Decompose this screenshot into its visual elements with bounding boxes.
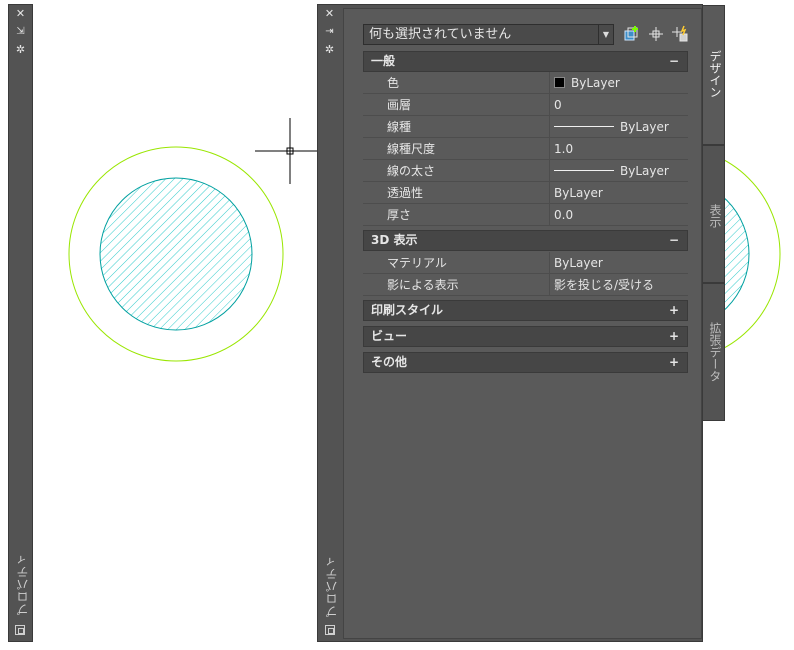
- palette-menu-icon[interactable]: [15, 625, 25, 635]
- property-value[interactable]: ByLayer: [549, 116, 688, 137]
- property-value[interactable]: 1.0: [549, 138, 688, 159]
- selection-dropdown[interactable]: 何も選択されていません ▼: [363, 24, 614, 45]
- property-row-linetype[interactable]: 線種 ByLayer: [363, 116, 688, 138]
- property-row-shadow[interactable]: 影による表示 影を投じる/受ける: [363, 274, 688, 296]
- property-value[interactable]: ByLayer: [549, 160, 688, 181]
- section-general[interactable]: 一般 −: [363, 51, 688, 72]
- auto-hide-icon[interactable]: ⇥: [318, 25, 341, 39]
- close-icon[interactable]: ✕: [318, 7, 341, 21]
- property-value[interactable]: ByLayer: [549, 182, 688, 203]
- property-value[interactable]: 影を投じる/受ける: [549, 274, 688, 295]
- property-name: 厚さ: [387, 208, 412, 222]
- palette-menu-icon[interactable]: [325, 625, 335, 635]
- section-title: ビュー: [371, 329, 408, 343]
- selection-value: 何も選択されていません: [369, 27, 512, 42]
- settings-icon[interactable]: ✲: [318, 43, 341, 57]
- settings-icon[interactable]: ✲: [9, 43, 32, 57]
- properties-panel: 何も選択されていません ▼ 一般 − 色 ByLayer 画層 0 線種 ByL…: [343, 8, 702, 639]
- section-title: 一般: [371, 54, 396, 68]
- properties-palette: ✕ ⇥ ✲ プロパティ 何も選択されていません ▼ 一般 − 色 ByLayer…: [317, 4, 725, 642]
- expand-icon[interactable]: +: [669, 353, 679, 372]
- property-row-lineweight[interactable]: 線の太さ ByLayer: [363, 160, 688, 182]
- palette-title-bar[interactable]: ✕ ⇥ ✲ プロパティ: [318, 5, 342, 641]
- expand-icon[interactable]: +: [669, 301, 679, 320]
- close-icon[interactable]: ✕: [9, 7, 32, 21]
- property-row-layer[interactable]: 画層 0: [363, 94, 688, 116]
- tab-label: 表示: [708, 204, 722, 228]
- line-sample-icon: [554, 126, 614, 127]
- property-value[interactable]: 0: [549, 94, 688, 115]
- property-value[interactable]: 0.0: [549, 204, 688, 225]
- tab-label: 拡張データ: [708, 322, 722, 382]
- left-properties-palette[interactable]: ✕ ⇲ ✲ プロパティ: [8, 4, 33, 642]
- expand-icon[interactable]: +: [669, 327, 679, 346]
- section-title: 印刷スタイル: [371, 303, 444, 317]
- palette-title: プロパティ: [16, 553, 30, 616]
- palette-title: プロパティ: [325, 555, 339, 618]
- property-name: 線種尺度: [387, 142, 436, 156]
- pickadd-toggle-icon[interactable]: [671, 25, 689, 43]
- property-name: 線種: [387, 120, 412, 134]
- property-name: 影による表示: [387, 278, 459, 292]
- section-view[interactable]: ビュー +: [363, 326, 688, 347]
- section-misc[interactable]: その他 +: [363, 352, 688, 373]
- property-row-transparency[interactable]: 透過性 ByLayer: [363, 182, 688, 204]
- property-row-linetype-scale[interactable]: 線種尺度 1.0: [363, 138, 688, 160]
- color-swatch-icon: [554, 77, 565, 88]
- collapse-icon[interactable]: −: [669, 52, 679, 71]
- section-title: 3D 表示: [371, 233, 418, 247]
- property-name: 線の太さ: [387, 164, 436, 178]
- property-row-color[interactable]: 色 ByLayer: [363, 72, 688, 94]
- section-title: その他: [371, 355, 408, 369]
- select-objects-icon[interactable]: [647, 25, 665, 43]
- tab-design[interactable]: デザイン: [703, 5, 725, 145]
- tab-label: デザイン: [708, 50, 722, 98]
- tab-extended-data[interactable]: 拡張データ: [703, 283, 725, 421]
- property-row-material[interactable]: マテリアル ByLayer: [363, 252, 688, 274]
- property-value[interactable]: ByLayer: [549, 72, 688, 93]
- collapse-icon[interactable]: −: [669, 231, 679, 250]
- section-3d-visualization[interactable]: 3D 表示 −: [363, 230, 688, 251]
- chevron-down-icon[interactable]: ▼: [598, 25, 613, 44]
- property-name: マテリアル: [387, 256, 447, 270]
- property-name: 色: [387, 76, 400, 90]
- tab-display[interactable]: 表示: [703, 145, 725, 283]
- property-name: 画層: [387, 98, 412, 112]
- property-value[interactable]: ByLayer: [549, 252, 688, 273]
- property-name: 透過性: [387, 186, 424, 200]
- crosshair-cursor: [255, 118, 325, 184]
- hatched-circle: [99, 177, 253, 331]
- auto-hide-icon[interactable]: ⇲: [9, 25, 32, 39]
- property-row-thickness[interactable]: 厚さ 0.0: [363, 204, 688, 226]
- quick-select-icon[interactable]: [623, 25, 641, 43]
- section-plot-style[interactable]: 印刷スタイル +: [363, 300, 688, 321]
- line-sample-icon: [554, 170, 614, 171]
